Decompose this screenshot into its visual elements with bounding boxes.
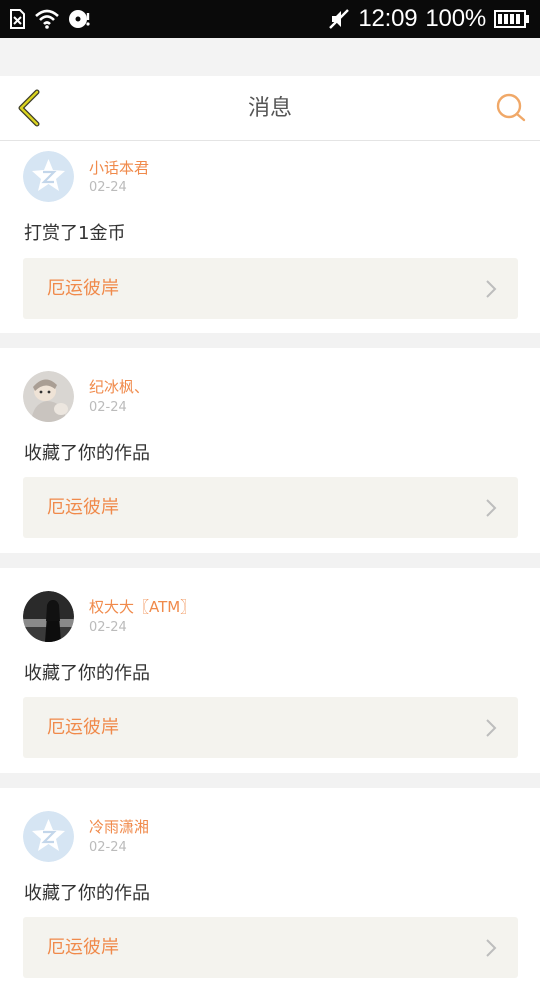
avatar[interactable] <box>23 371 74 422</box>
message-date: 02-24 <box>89 620 127 635</box>
message-card: 纪冰枫、 02-24 收藏了你的作品 厄运彼岸 <box>0 348 540 553</box>
user-name[interactable]: 权大大〖ATM〗 <box>89 596 195 617</box>
status-bar: 12:09 100% <box>0 0 540 38</box>
message-card: 权大大〖ATM〗 02-24 收藏了你的作品 厄运彼岸 <box>0 568 540 773</box>
mute-icon <box>328 8 350 30</box>
avatar[interactable] <box>23 151 74 202</box>
silhouette-photo-avatar-icon <box>23 591 74 642</box>
work-title: 厄运彼岸 <box>47 717 119 738</box>
message-text: 收藏了你的作品 <box>24 443 150 464</box>
battery-icon <box>494 9 530 29</box>
message-card: 冷雨潇湘 02-24 收藏了你的作品 厄运彼岸 <box>0 788 540 993</box>
message-text: 收藏了你的作品 <box>24 883 150 904</box>
chevron-right-icon <box>486 939 497 957</box>
message-date: 02-24 <box>89 180 127 195</box>
top-spacer <box>0 38 540 76</box>
battery-percent: 100% <box>425 5 486 32</box>
child-photo-avatar-icon <box>23 371 74 422</box>
work-title: 厄运彼岸 <box>47 497 119 518</box>
chevron-right-icon <box>486 499 497 517</box>
default-avatar-icon <box>23 151 74 202</box>
message-text: 收藏了你的作品 <box>24 663 150 684</box>
work-title: 厄运彼岸 <box>47 937 119 958</box>
wifi-icon <box>34 9 60 29</box>
work-link[interactable]: 厄运彼岸 <box>23 697 518 758</box>
message-card: 小话本君 02-24 打赏了1金币 厄运彼岸 <box>0 141 540 333</box>
default-avatar-icon <box>23 811 74 862</box>
work-link[interactable]: 厄运彼岸 <box>23 477 518 538</box>
message-text: 打赏了1金币 <box>24 223 126 244</box>
message-date: 02-24 <box>89 840 127 855</box>
search-icon <box>496 93 526 122</box>
message-date: 02-24 <box>89 400 127 415</box>
chevron-right-icon <box>486 719 497 737</box>
page-title: 消息 <box>247 96 292 121</box>
user-name[interactable]: 小话本君 <box>89 157 149 178</box>
work-title: 厄运彼岸 <box>47 278 119 299</box>
avatar[interactable] <box>23 591 74 642</box>
avatar[interactable] <box>23 811 74 862</box>
nav-bar: 消息 <box>0 76 540 141</box>
work-link[interactable]: 厄运彼岸 <box>23 917 518 978</box>
message-list: 小话本君 02-24 打赏了1金币 厄运彼岸 纪冰枫、 02-24 收藏了你的作… <box>0 141 540 993</box>
sim-error-icon <box>8 9 26 29</box>
chevron-right-icon <box>486 280 497 298</box>
work-link[interactable]: 厄运彼岸 <box>23 258 518 319</box>
user-name[interactable]: 冷雨潇湘 <box>89 816 149 837</box>
disc-icon <box>68 9 94 29</box>
user-name[interactable]: 纪冰枫、 <box>89 376 149 397</box>
status-time: 12:09 <box>358 5 418 32</box>
status-right: 12:09 100% <box>328 0 530 38</box>
search-button[interactable] <box>494 91 528 125</box>
status-left-icons <box>8 0 94 38</box>
